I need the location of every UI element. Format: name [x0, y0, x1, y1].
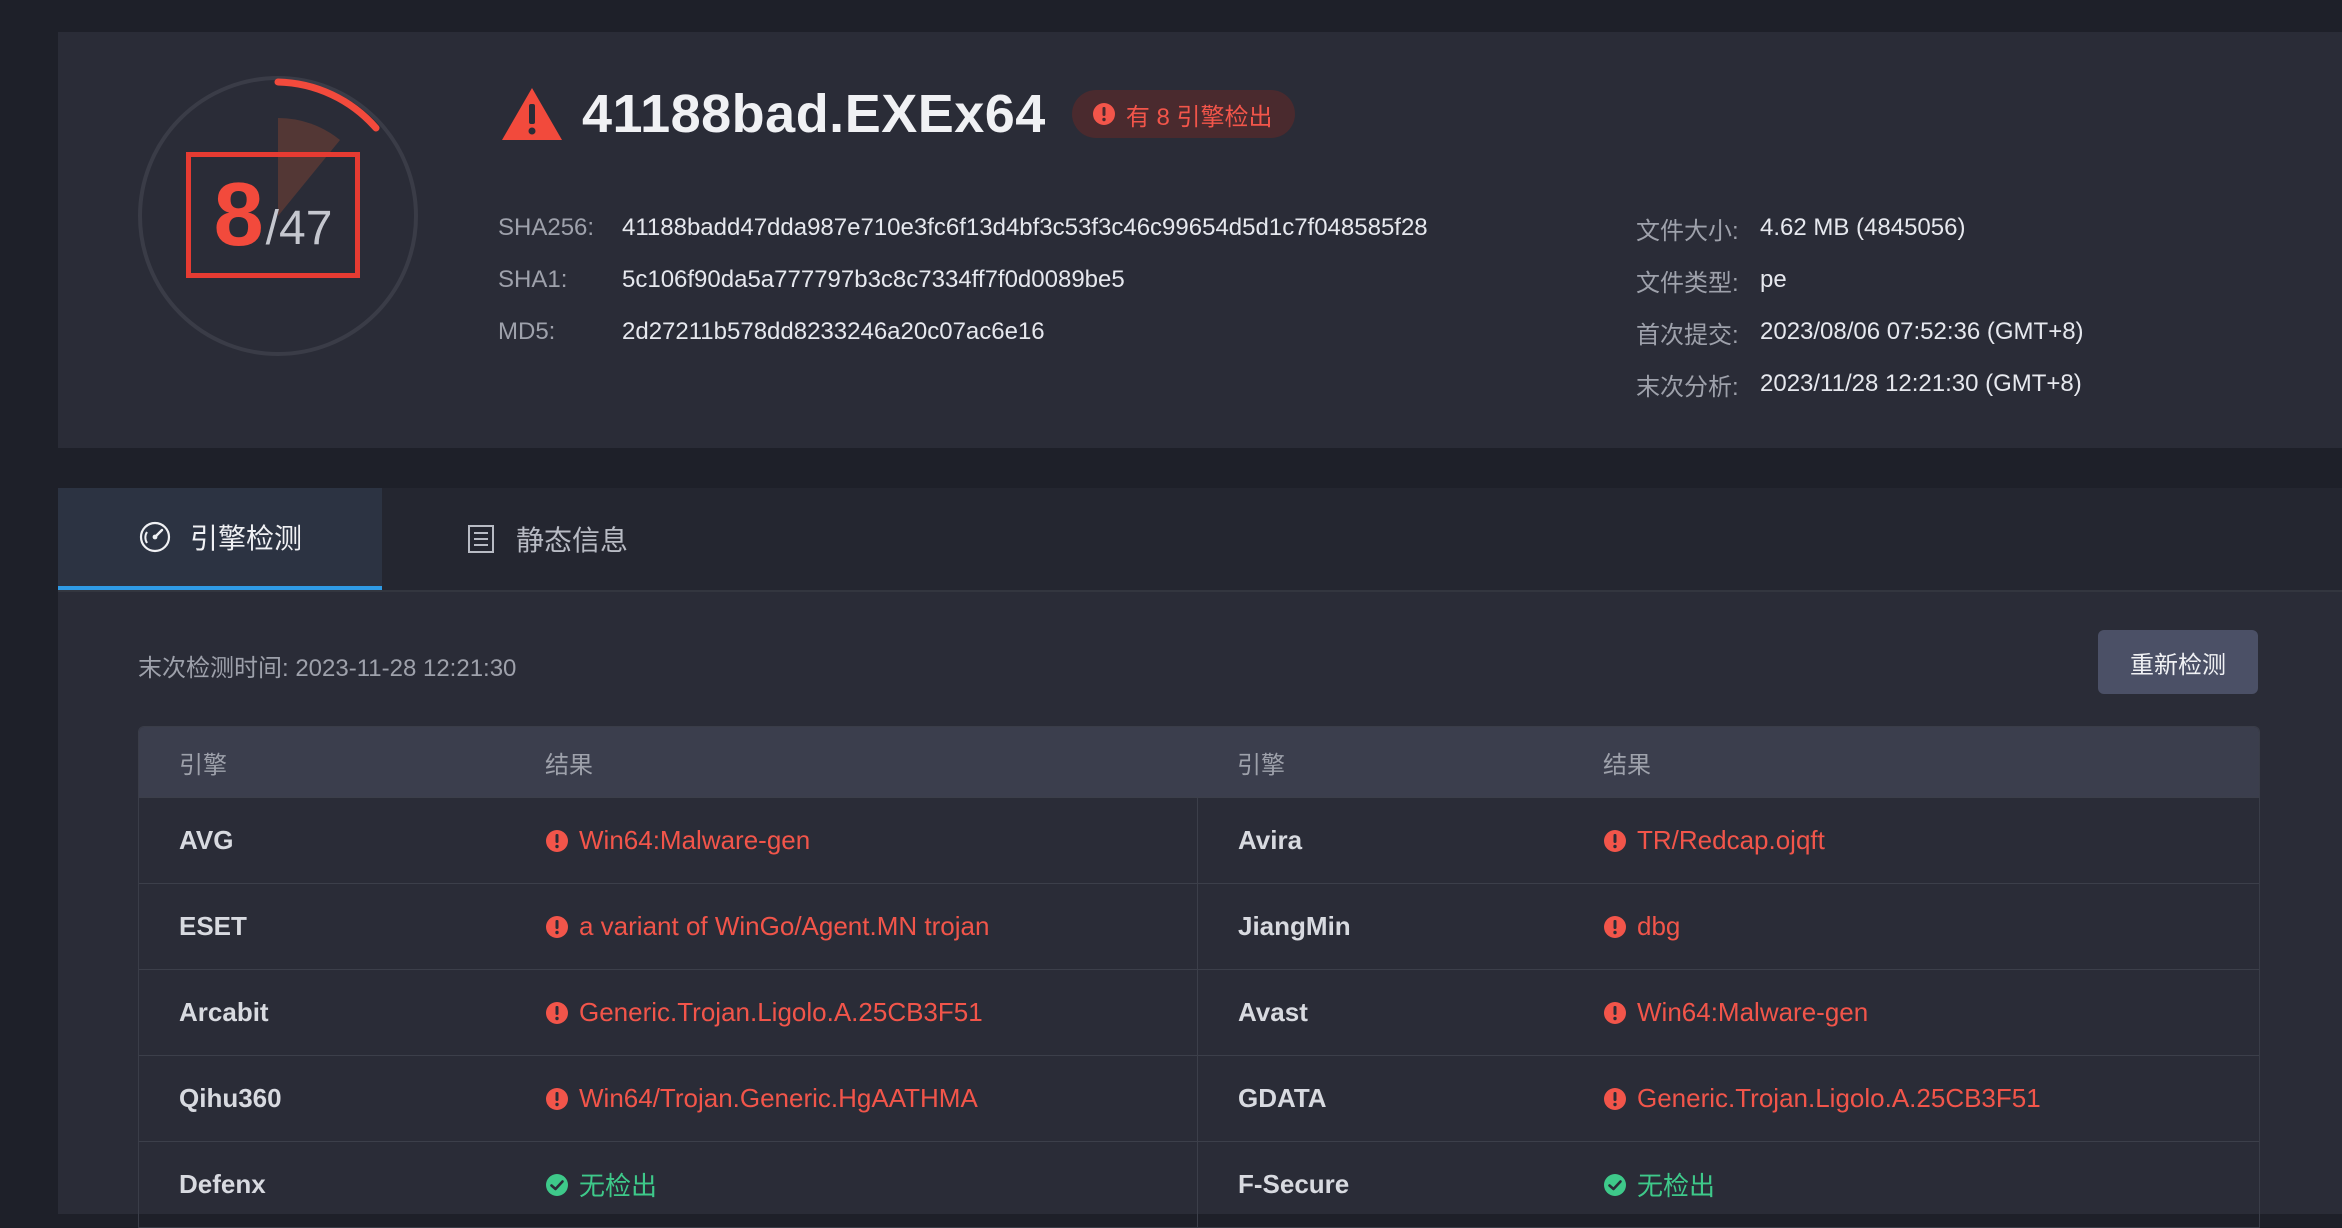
hash-row-sha1: SHA1: 5c106f90da5a777797b3c8c7334ff7f0d0…	[498, 254, 1428, 306]
engine-name: Arcabit	[179, 997, 269, 1027]
check-circle-icon	[1604, 1173, 1626, 1196]
result-cell: Win64:Malware-gen	[1597, 997, 2259, 1028]
table-body: AVG Win64:Malware-gen Avira TR/Redcap.ojqft…	[139, 797, 2259, 1227]
meta-row-size: 文件大小: 4.62 MB (4845056)	[1636, 202, 2084, 254]
result-text: Win64:Malware-gen	[579, 825, 811, 855]
meta-label: 文件类型:	[1636, 269, 1739, 297]
meta-value: 2023/11/28 12:21:30 (GMT+8)	[1760, 370, 2082, 397]
result-text: Generic.Trojan.Ligolo.A.25CB3F51	[1637, 1083, 2041, 1113]
meta-value: pe	[1760, 266, 1787, 293]
meta-label: 文件大小:	[1636, 217, 1739, 245]
badge-text: 有 8 引擎检出	[1125, 103, 1273, 131]
tab-label: 引擎检测	[190, 523, 303, 554]
result-text: Win64/Trojan.Generic.HgAATHMA	[579, 1083, 978, 1113]
hash-value: 5c106f90da5a777797b3c8c7334ff7f0d0089be5	[622, 266, 1125, 293]
detection-badge: 有 8 引擎检出	[1071, 90, 1295, 138]
tab-label: 静态信息	[516, 525, 629, 556]
engine-name: Avira	[1238, 825, 1303, 855]
engine-name: Defenx	[179, 1169, 266, 1199]
hash-label: MD5:	[498, 318, 556, 345]
table-row: AVG Win64:Malware-gen Avira TR/Redcap.ojqft	[139, 797, 2259, 883]
engine-name: AVG	[179, 825, 234, 855]
result-cell: Win64:Malware-gen	[539, 825, 1197, 856]
result-text: 无检出	[579, 1171, 658, 1201]
table-header: 引擎 结果 引擎 结果	[139, 727, 2259, 797]
score-box: 8/47	[186, 152, 360, 278]
tabs-bar: 引擎检测 静态信息	[58, 488, 2342, 592]
hash-label: SHA1:	[498, 266, 568, 293]
meta-label: 末次分析:	[1636, 373, 1739, 401]
result-cell: Generic.Trojan.Ligolo.A.25CB3F51	[539, 997, 1197, 1028]
engine-name: GDATA	[1238, 1083, 1327, 1113]
gauge-icon	[139, 521, 171, 553]
result-cell: dbg	[1597, 911, 2259, 942]
alert-circle-icon	[546, 829, 568, 852]
hash-value: 41188badd47dda987e710e3fc6f13d4bf3c53f3c…	[622, 214, 1428, 241]
alert-circle-icon	[546, 915, 568, 938]
meta-value: 2023/08/06 07:52:36 (GMT+8)	[1760, 318, 2084, 345]
meta-label: 首次提交:	[1636, 321, 1739, 349]
hash-label: SHA256:	[498, 214, 595, 241]
rescan-button[interactable]: 重新检测	[2098, 630, 2258, 694]
result-cell: Win64/Trojan.Generic.HgAATHMA	[539, 1083, 1197, 1114]
result-cell: Generic.Trojan.Ligolo.A.25CB3F51	[1597, 1083, 2259, 1114]
table-row: ESET a variant of WinGo/Agent.MN trojan Ji…	[139, 883, 2259, 969]
result-text: dbg	[1637, 911, 1681, 941]
engine-name: JiangMin	[1238, 911, 1351, 941]
result-text: TR/Redcap.ojqft	[1637, 825, 1825, 855]
result-text: Win64:Malware-gen	[1637, 997, 1869, 1027]
table-row: Arcabit Generic.Trojan.Ligolo.A.25CB3F51 A…	[139, 969, 2259, 1055]
result-text: a variant of WinGo/Agent.MN trojan	[579, 911, 990, 941]
engine-name: ESET	[179, 911, 247, 941]
alert-circle-icon	[1604, 915, 1626, 938]
engine-name: Qihu360	[179, 1083, 282, 1113]
hash-list: SHA256: 41188badd47dda987e710e3fc6f13d4b…	[498, 202, 1428, 358]
header-result: 结果	[1603, 751, 1651, 779]
document-icon	[468, 525, 494, 553]
result-cell: 无检出	[1597, 1166, 2259, 1203]
result-cell: 无检出	[539, 1166, 1197, 1203]
alert-circle-icon	[1604, 829, 1626, 852]
result-text: 无检出	[1637, 1171, 1716, 1201]
meta-row-type: 文件类型: pe	[1636, 254, 2084, 306]
tab-static-info[interactable]: 静态信息	[464, 488, 628, 590]
hash-row-md5: MD5: 2d27211b578dd8233246a20c07ac6e16	[498, 306, 1428, 358]
table-row: Defenx 无检出 F-Secure 无检出	[139, 1141, 2259, 1227]
header-result: 结果	[545, 751, 593, 779]
alert-circle-icon	[1092, 103, 1115, 125]
result-cell: a variant of WinGo/Agent.MN trojan	[539, 911, 1197, 942]
meta-value: 4.62 MB (4845056)	[1760, 214, 1966, 241]
engine-detection-content: 末次检测时间: 2023-11-28 12:21:30 重新检测 引擎 结果 引…	[58, 592, 2342, 1228]
engine-results-table: 引擎 结果 引擎 结果 AVG Win64:Malware-gen Avira TR/…	[138, 726, 2260, 1228]
file-name: 41188bad.EXEx64	[582, 84, 1046, 144]
alert-circle-icon	[546, 1001, 568, 1024]
total-engines: /47	[265, 201, 333, 255]
file-meta-list: 文件大小: 4.62 MB (4845056) 文件类型: pe 首次提交: 2…	[1636, 202, 2084, 410]
detected-count: 8	[213, 165, 264, 265]
file-summary-panel: 8/47 41188bad.EXEx64 有 8 引擎检出 SHA256: 41…	[58, 32, 2342, 448]
table-row: Qihu360 Win64/Trojan.Generic.HgAATHMA GDAT…	[139, 1055, 2259, 1141]
meta-row-last-analysis: 末次分析: 2023/11/28 12:21:30 (GMT+8)	[1636, 358, 2084, 410]
engine-name: Avast	[1238, 997, 1308, 1027]
title-row: 41188bad.EXEx64 有 8 引擎检出	[500, 74, 1295, 154]
header-engine: 引擎	[179, 751, 227, 779]
tab-engine-detection[interactable]: 引擎检测	[58, 488, 382, 590]
warning-icon	[502, 88, 562, 140]
alert-circle-icon	[1604, 1087, 1626, 1110]
meta-row-first-submit: 首次提交: 2023/08/06 07:52:36 (GMT+8)	[1636, 306, 2084, 358]
engine-name: F-Secure	[1238, 1169, 1350, 1199]
last-scan-time: 末次检测时间: 2023-11-28 12:21:30	[138, 655, 517, 682]
check-circle-icon	[546, 1173, 568, 1196]
result-cell: TR/Redcap.ojqft	[1597, 825, 2259, 856]
result-text: Generic.Trojan.Ligolo.A.25CB3F51	[579, 997, 983, 1027]
header-engine: 引擎	[1237, 751, 1285, 779]
hash-row-sha256: SHA256: 41188badd47dda987e710e3fc6f13d4b…	[498, 202, 1428, 254]
alert-circle-icon	[546, 1087, 568, 1110]
hash-value: 2d27211b578dd8233246a20c07ac6e16	[622, 318, 1045, 345]
alert-circle-icon	[1604, 1001, 1626, 1024]
